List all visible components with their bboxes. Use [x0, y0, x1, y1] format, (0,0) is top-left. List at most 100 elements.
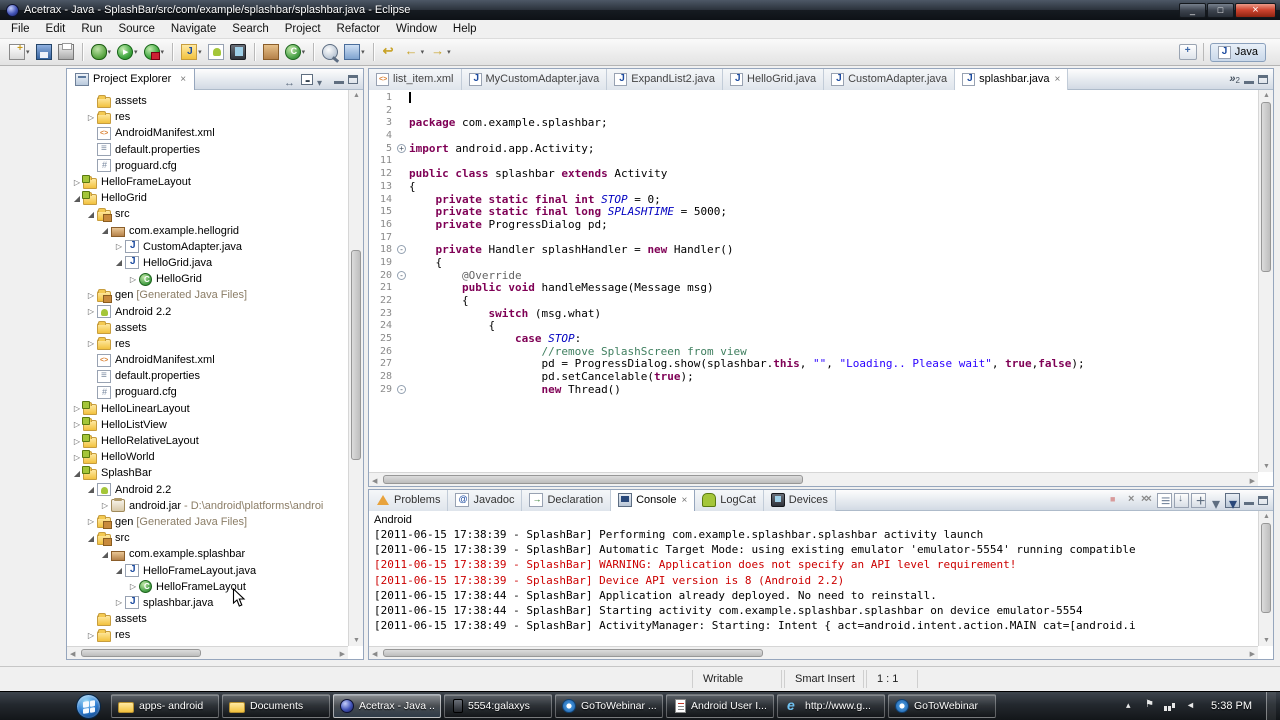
open-perspective-icon[interactable] [1178, 44, 1197, 60]
tree-item-com-example-hellogrid[interactable]: ◢ com.example.hellogrid [67, 223, 348, 239]
tree-collapsed-arrow-icon[interactable]: ▷ [99, 501, 111, 510]
remove-all-icon[interactable] [1140, 493, 1155, 508]
dropdown-arrow-icon[interactable]: ▾ [198, 48, 202, 56]
avd-manager-button[interactable] [228, 42, 248, 62]
tree-collapsed-arrow-icon[interactable]: ▷ [85, 291, 97, 300]
tree-item-assets[interactable]: assets [67, 320, 348, 336]
menu-file[interactable]: File [3, 21, 38, 37]
terminate-icon[interactable] [1106, 493, 1121, 508]
maximize-editor-icon[interactable] [1258, 74, 1268, 84]
tree-collapsed-arrow-icon[interactable]: ▷ [85, 339, 97, 348]
taskbar-item-documents[interactable]: Documents [222, 694, 330, 718]
console-vertical-scrollbar[interactable]: ▲ ▼ [1258, 511, 1273, 646]
fold-expanded-icon[interactable]: - [397, 384, 406, 394]
display-console-icon[interactable] [1208, 493, 1223, 514]
link-with-editor-icon[interactable] [284, 73, 297, 85]
editor-tab-mycustomadapter-java[interactable]: MyCustomAdapter.java [461, 68, 608, 90]
scroll-up-icon[interactable]: ▲ [1263, 92, 1270, 99]
explorer-vertical-scrollbar[interactable]: ▲ ▼ [348, 90, 363, 646]
editor-tab-hellogrid-java[interactable]: HelloGrid.java [723, 68, 825, 90]
dropdown-arrow-icon[interactable]: ▾ [361, 48, 365, 56]
menu-search[interactable]: Search [224, 21, 276, 37]
network-icon[interactable] [1164, 700, 1177, 712]
dropdown-arrow-icon[interactable]: ▾ [421, 48, 425, 56]
tree-item-splashbar[interactable]: ◢ SplashBar [67, 465, 348, 481]
tree-item-proguard-cfg[interactable]: proguard.cfg [67, 384, 348, 400]
close-tab-icon[interactable]: × [681, 495, 687, 506]
tree-collapsed-arrow-icon[interactable]: ▷ [85, 631, 97, 640]
volume-icon[interactable] [1184, 700, 1197, 712]
tree-item-android-2-2[interactable]: ▷ Android 2.2 [67, 303, 348, 319]
scroll-up-icon[interactable]: ▲ [353, 92, 360, 99]
scroll-down-icon[interactable]: ▼ [353, 637, 360, 644]
tree-expanded-arrow-icon[interactable]: ◢ [85, 485, 97, 494]
menu-project[interactable]: Project [277, 21, 329, 37]
menu-refactor[interactable]: Refactor [329, 21, 388, 37]
view-tab-javadoc[interactable]: Javadoc [448, 489, 523, 511]
menu-source[interactable]: Source [110, 21, 162, 37]
new-java-project-button[interactable]: ▾ [179, 42, 204, 62]
tree-item-hellogrid-java[interactable]: ◢ HelloGrid.java [67, 255, 348, 271]
new-class-button[interactable]: ▾ [283, 42, 308, 62]
editor-tab-expandlist2-java[interactable]: ExpandList2.java [607, 68, 724, 90]
scroll-down-icon[interactable]: ▼ [1263, 637, 1270, 644]
pin-console-icon[interactable] [1191, 492, 1206, 511]
tree-collapsed-arrow-icon[interactable]: ▷ [127, 582, 139, 591]
tree-item-default-properties[interactable]: default.properties [67, 368, 348, 384]
close-view-icon[interactable]: × [180, 74, 186, 85]
menu-edit[interactable]: Edit [38, 21, 74, 37]
save-button[interactable] [34, 42, 54, 62]
tree-item-com-example-splashbar[interactable]: ◢ com.example.splashbar [67, 546, 348, 562]
show-desktop-button[interactable] [1266, 691, 1276, 720]
scroll-right-icon[interactable]: ▶ [340, 650, 345, 658]
menu-run[interactable]: Run [73, 21, 110, 37]
taskbar-item-acetrax-java[interactable]: Acetrax - Java ... [333, 694, 441, 718]
dropdown-arrow-icon[interactable]: ▾ [26, 48, 30, 56]
tree-item-res[interactable]: ▷ res [67, 109, 348, 125]
hidden-icons-icon[interactable] [1124, 700, 1137, 712]
view-tab-devices[interactable]: Devices [763, 489, 836, 511]
taskbar-item-http-www-g[interactable]: http://www.g... [777, 694, 885, 718]
tree-expanded-arrow-icon[interactable]: ◢ [99, 226, 111, 235]
tree-collapsed-arrow-icon[interactable]: ▷ [85, 307, 97, 316]
tree-item-assets[interactable]: assets [67, 93, 348, 109]
console-horizontal-scrollbar[interactable]: ◀ ▶ [369, 646, 1258, 659]
view-menu-icon[interactable] [317, 73, 330, 85]
scroll-up-icon[interactable]: ▲ [1263, 513, 1270, 520]
scroll-right-icon[interactable]: ▶ [1250, 650, 1255, 658]
back-button[interactable]: ▾ [402, 42, 427, 62]
tree-item-hellogrid[interactable]: ◢ HelloGrid [67, 190, 348, 206]
close-tab-icon[interactable]: × [1055, 74, 1061, 85]
view-tab-declaration[interactable]: Declaration [522, 489, 612, 511]
new-button[interactable]: ▾ [7, 42, 32, 62]
console-hscroll-thumb[interactable] [383, 649, 763, 657]
tree-item-hellolistview[interactable]: ▷ HelloListView [67, 417, 348, 433]
remove-launch-icon[interactable] [1123, 493, 1138, 508]
scroll-left-icon[interactable]: ◀ [372, 477, 377, 485]
view-tab-console[interactable]: Console × [611, 489, 696, 511]
menu-window[interactable]: Window [388, 21, 445, 37]
tree-item-android-2-2[interactable]: ◢ Android 2.2 [67, 482, 348, 498]
fold-expanded-icon[interactable]: - [397, 245, 406, 255]
dropdown-arrow-icon[interactable]: ▾ [161, 48, 165, 56]
editor-tab-splashbar-java[interactable]: splashbar.java × [955, 68, 1069, 90]
tree-collapsed-arrow-icon[interactable]: ▷ [113, 242, 125, 251]
window-titlebar[interactable]: Acetrax - Java - SplashBar/src/com/examp… [0, 0, 1280, 20]
minimize-window-button[interactable]: _ [1179, 2, 1206, 18]
open-console-icon[interactable] [1225, 492, 1240, 514]
editor-hscroll-thumb[interactable] [383, 475, 803, 484]
fold-expanded-icon[interactable]: - [397, 270, 406, 280]
minimize-editor-icon[interactable] [1244, 75, 1254, 84]
tree-expanded-arrow-icon[interactable]: ◢ [113, 566, 125, 575]
tree-expanded-arrow-icon[interactable]: ◢ [99, 550, 111, 559]
action-center-icon[interactable] [1144, 699, 1157, 712]
new-package-button[interactable] [261, 42, 281, 62]
external-tools-button[interactable]: ▾ [142, 42, 167, 62]
dropdown-arrow-icon[interactable]: ▾ [447, 48, 451, 56]
android-sdk-button[interactable] [206, 42, 226, 62]
tree-item-src[interactable]: ◢ src [67, 206, 348, 222]
tree-expanded-arrow-icon[interactable]: ◢ [85, 210, 97, 219]
search-button[interactable] [320, 42, 340, 62]
tree-item-androidmanifest-xml[interactable]: AndroidManifest.xml [67, 125, 348, 141]
console-scroll-thumb[interactable] [1261, 523, 1271, 613]
